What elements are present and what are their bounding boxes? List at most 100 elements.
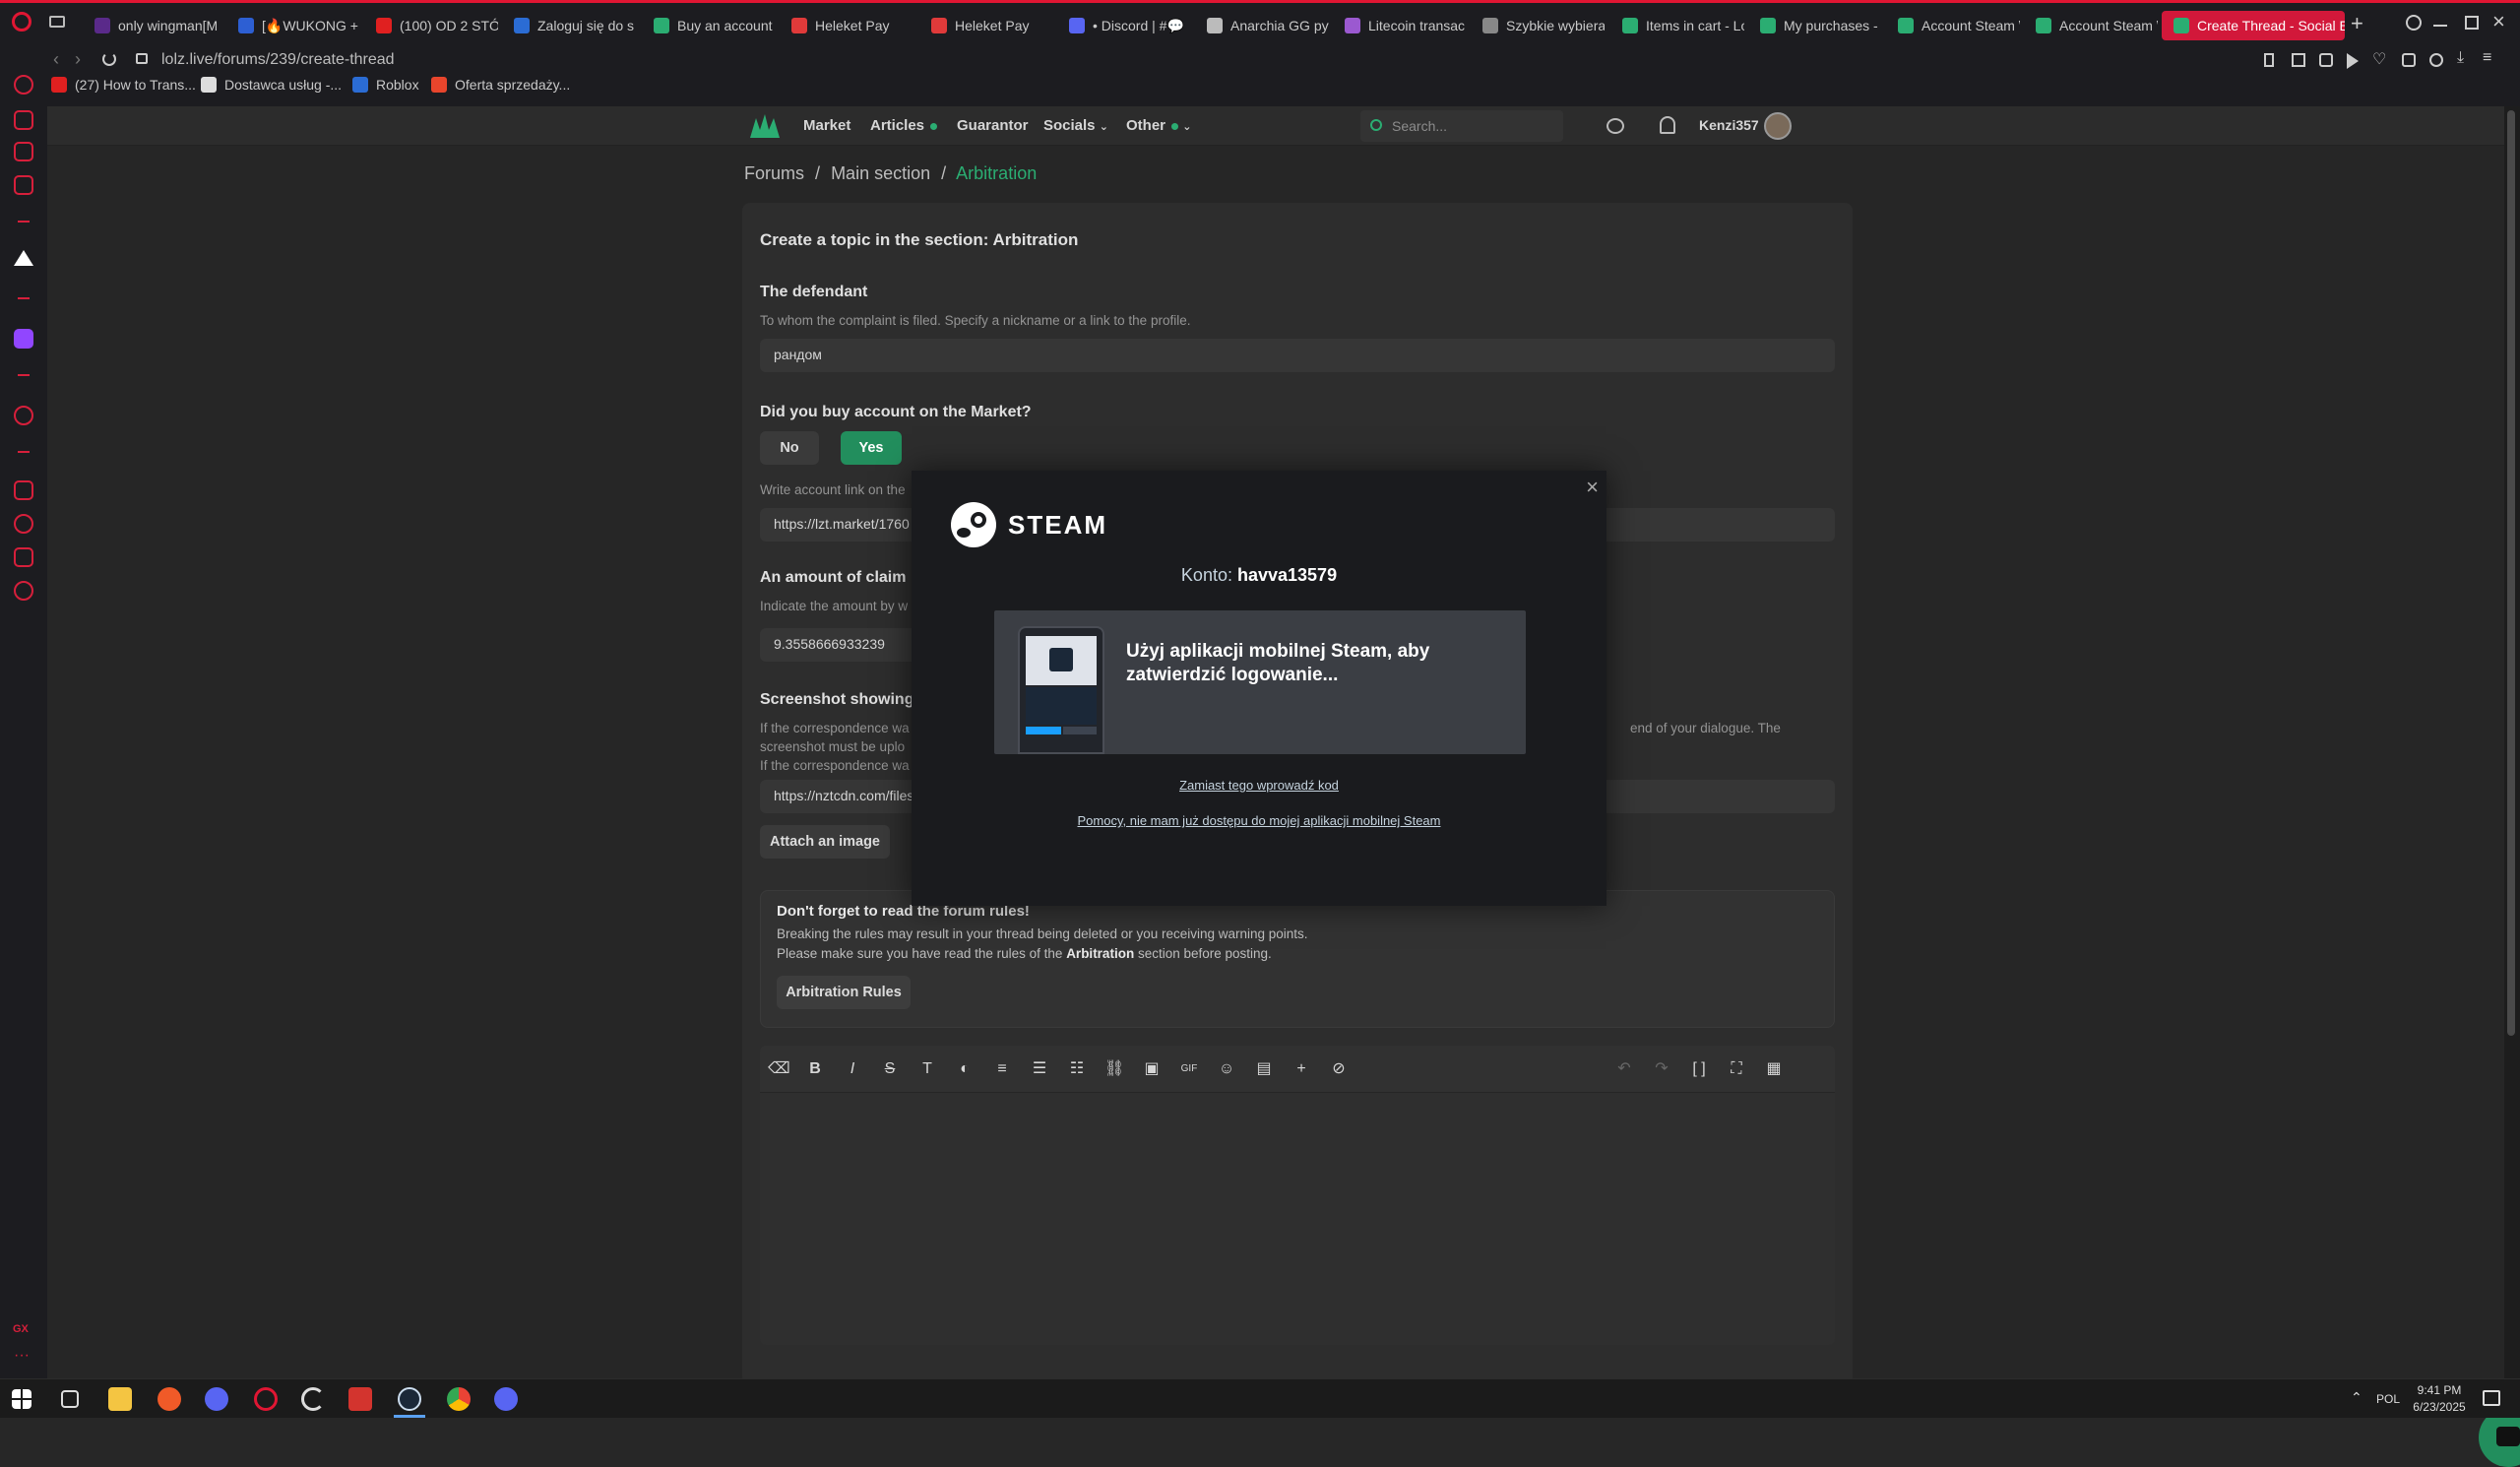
fullscreen-icon[interactable]: ⛶	[1727, 1059, 1746, 1079]
history-icon[interactable]	[14, 514, 33, 534]
link-icon[interactable]: ⛓	[1104, 1059, 1124, 1079]
breadcrumb-current[interactable]: Arbitration	[956, 163, 1037, 183]
task-view-icon[interactable]	[61, 1390, 79, 1408]
app-icon[interactable]	[348, 1387, 372, 1411]
sidebar-pinned-icon[interactable]	[14, 250, 33, 266]
chrome-icon[interactable]	[447, 1387, 471, 1411]
nav-articles[interactable]: Articles	[870, 117, 938, 134]
windows-start-icon[interactable]	[12, 1389, 32, 1409]
color-icon[interactable]: ◐	[955, 1059, 975, 1079]
username[interactable]: Kenzi357	[1699, 117, 1759, 133]
browser-tab[interactable]: only wingman[M	[83, 11, 217, 40]
browser-tab[interactable]: Zaloguj się do s	[502, 11, 636, 40]
clock-time[interactable]: 9:41 PM	[2410, 1383, 2469, 1397]
twitch-icon[interactable]	[14, 329, 33, 349]
extensions-icon[interactable]	[2402, 53, 2416, 67]
browser-tab[interactable]: Items in cart - Lo	[1610, 11, 1744, 40]
font-size-icon[interactable]: T	[917, 1059, 937, 1079]
browser-tab[interactable]: [🔥WUKONG + F	[226, 11, 360, 40]
settings-icon[interactable]	[14, 581, 33, 601]
sidebar-app-icon[interactable]	[14, 175, 33, 195]
hide-icon[interactable]: ⊘	[1329, 1059, 1349, 1079]
site-logo-icon[interactable]	[748, 112, 782, 140]
media-icon[interactable]: ▤	[1254, 1059, 1274, 1079]
browser-tab[interactable]: Heleket Pay	[919, 11, 1053, 40]
ea-app-icon[interactable]	[158, 1387, 181, 1411]
browser-tab[interactable]: My purchases -	[1748, 11, 1882, 40]
maximize-button[interactable]	[2465, 16, 2479, 30]
url-field[interactable]: lolz.live/forums/239/create-thread	[161, 51, 395, 69]
back-button[interactable]: ‹	[53, 49, 59, 70]
discord-icon[interactable]	[494, 1387, 518, 1411]
bookmark-item[interactable]: Roblox	[352, 77, 419, 93]
browser-tab[interactable]: (100) OD 2 STÓ	[364, 11, 498, 40]
browser-tab[interactable]: Account Steam \	[1886, 11, 2020, 40]
scrollbar-thumb[interactable]	[2507, 110, 2515, 1036]
player-icon[interactable]	[2347, 53, 2359, 69]
clear-format-icon[interactable]: ⌫	[768, 1059, 790, 1079]
forward-button[interactable]: ›	[75, 49, 81, 70]
bold-icon[interactable]: B	[805, 1059, 825, 1079]
claim-input[interactable]: 9.3558666933239	[760, 628, 917, 662]
bbcode-icon[interactable]: [ ]	[1689, 1059, 1709, 1079]
no-button[interactable]: No	[760, 431, 819, 465]
download-icon[interactable]: ⤓	[2457, 49, 2464, 67]
reload-button[interactable]	[102, 52, 116, 66]
drafts-icon[interactable]: ▦	[1764, 1059, 1784, 1079]
bookmark-item[interactable]: (27) How to Trans...	[51, 77, 196, 93]
gif-icon[interactable]: GIF	[1179, 1059, 1199, 1079]
browser-tab[interactable]: Create Thread - Social En	[2162, 11, 2345, 40]
extensions-icon[interactable]	[14, 547, 33, 567]
image-icon[interactable]: ▣	[1142, 1059, 1162, 1079]
numbered-list-icon[interactable]: ☷	[1067, 1059, 1087, 1079]
notifications-icon[interactable]	[1660, 116, 1675, 134]
logitech-icon[interactable]	[301, 1387, 325, 1411]
tab-menu-icon[interactable]	[49, 16, 65, 28]
opera-logo-icon[interactable]	[12, 12, 32, 32]
discord-icon[interactable]	[205, 1387, 228, 1411]
language-indicator[interactable]: POL	[2376, 1392, 2400, 1406]
strikethrough-icon[interactable]: S	[880, 1059, 900, 1079]
new-tab-button[interactable]: +	[2351, 11, 2363, 36]
browser-tab[interactable]: Litecoin transac	[1333, 11, 1467, 40]
sidebar-more-icon[interactable]: ···	[14, 1347, 30, 1365]
avatar[interactable]	[1764, 112, 1792, 140]
opera-gx-icon[interactable]	[254, 1387, 278, 1411]
bookmark-item[interactable]: Dostawca usług -...	[201, 77, 342, 93]
conversations-icon[interactable]	[1606, 118, 1624, 134]
profile-icon[interactable]	[2429, 53, 2443, 67]
file-explorer-icon[interactable]	[108, 1387, 132, 1411]
sidebar-refresh-icon[interactable]	[14, 75, 33, 95]
page-scrollbar[interactable]	[2504, 106, 2520, 1378]
yes-button[interactable]: Yes	[841, 431, 902, 465]
bullet-list-icon[interactable]: ☰	[1030, 1059, 1049, 1079]
tray-chevron-icon[interactable]: ⌃	[2351, 1389, 2362, 1406]
browser-tab[interactable]: Anarchia GG pyt	[1195, 11, 1329, 40]
bookmark-item[interactable]: Oferta sprzedaży...	[431, 77, 570, 93]
minimize-button[interactable]	[2433, 25, 2447, 27]
close-icon[interactable]: ×	[1586, 475, 1599, 500]
browser-tab[interactable]: • Discord | #💬	[1057, 11, 1191, 40]
sidebar-app-icon[interactable]	[14, 110, 33, 130]
snapshot-icon[interactable]	[2292, 53, 2305, 67]
browser-tab[interactable]: Buy an account	[642, 11, 776, 40]
nav-guarantor[interactable]: Guarantor	[957, 117, 1029, 134]
clock-date[interactable]: 6/23/2025	[2406, 1400, 2473, 1414]
easy-setup-icon[interactable]: ≡	[2483, 49, 2491, 67]
insert-icon[interactable]: +	[1292, 1059, 1311, 1079]
arbitration-rules-button[interactable]: Arbitration Rules	[777, 976, 911, 1009]
breadcrumb-main-section[interactable]: Main section	[831, 163, 930, 183]
pin-icon[interactable]	[14, 480, 33, 500]
nav-socials[interactable]: Socials ⌄	[1043, 117, 1108, 134]
nav-other[interactable]: Other ⌄	[1126, 117, 1191, 134]
undo-icon[interactable]: ↶	[1614, 1059, 1634, 1079]
smiley-icon[interactable]: ☺	[1217, 1059, 1236, 1079]
sidebar-app-icon[interactable]	[14, 142, 33, 161]
heart-icon[interactable]: ♡	[2372, 49, 2386, 69]
search-tabs-icon[interactable]	[2406, 15, 2422, 31]
close-window-button[interactable]: ×	[2492, 9, 2505, 34]
vpn-icon[interactable]	[2319, 53, 2333, 67]
lost-authenticator-link[interactable]: Pomocy, nie mam już dostępu do mojej apl…	[912, 813, 1606, 828]
nav-market[interactable]: Market	[803, 117, 850, 134]
defendant-input[interactable]: рандом	[760, 339, 1835, 372]
